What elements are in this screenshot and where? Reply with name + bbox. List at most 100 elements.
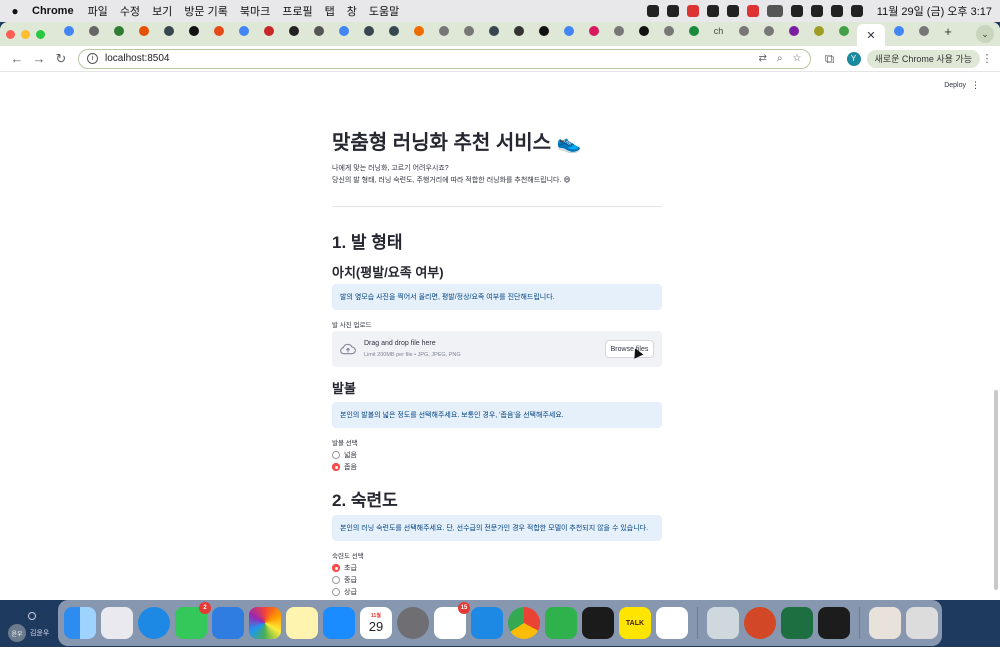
tab-site[interactable]	[82, 22, 105, 40]
terminal-icon[interactable]	[818, 607, 850, 639]
powerpoint-icon[interactable]	[744, 607, 776, 639]
menu-edit[interactable]: 수정	[120, 3, 140, 19]
active-tab-close-icon[interactable]: ✕	[857, 24, 885, 46]
tab-github[interactable]	[532, 22, 555, 40]
downloads-folder-icon[interactable]	[869, 607, 901, 639]
system-settings-icon[interactable]	[397, 607, 429, 639]
tab-site[interactable]	[507, 22, 530, 40]
bookmark-star-icon[interactable]: ☆	[793, 53, 802, 64]
radio-button[interactable]	[332, 451, 340, 459]
radio-option-wide[interactable]: 넓음	[332, 450, 357, 460]
radio-option-intermediate[interactable]: 중급	[332, 575, 357, 585]
menubar-app-name[interactable]: Chrome	[32, 5, 74, 17]
deploy-button[interactable]: Deploy	[944, 82, 966, 89]
tab-google[interactable]	[232, 22, 255, 40]
tab-site[interactable]	[832, 22, 855, 40]
tab-google[interactable]	[557, 22, 580, 40]
address-bar[interactable]: i localhost:8504 ⇄ ⌕ ☆	[78, 48, 811, 69]
app-menu-icon[interactable]: ⋮	[971, 80, 980, 91]
radio-button-selected[interactable]	[332, 463, 340, 471]
tab-site[interactable]	[582, 22, 605, 40]
finder-icon[interactable]	[64, 607, 96, 639]
radio-option-advanced[interactable]: 상급	[332, 587, 357, 597]
launchpad-icon[interactable]	[101, 607, 133, 639]
battery-icon[interactable]	[766, 5, 783, 17]
record-icon[interactable]	[646, 5, 659, 17]
menubar-clock[interactable]: 11월 29일 (금) 오후 3:17	[877, 3, 992, 19]
reminders-icon[interactable]: 15	[434, 602, 470, 639]
menu-bookmarks[interactable]: 북마크	[240, 3, 270, 19]
profile-avatar[interactable]: Y	[846, 51, 861, 66]
app-store-icon[interactable]	[323, 607, 355, 639]
tab-ch[interactable]: ch	[707, 22, 730, 40]
extensions-icon[interactable]: ⧉	[819, 48, 841, 70]
drive-icon[interactable]	[666, 5, 679, 17]
notes-icon[interactable]	[286, 607, 318, 639]
chrome-icon[interactable]	[508, 607, 540, 639]
siri-icon[interactable]	[850, 5, 863, 17]
tab-google[interactable]	[887, 22, 910, 40]
menu-tab[interactable]: 탭	[325, 3, 335, 19]
tab-google[interactable]	[332, 22, 355, 40]
mail-icon[interactable]	[212, 607, 244, 639]
cursor-app-icon[interactable]	[582, 607, 614, 639]
file-uploader-dropzone[interactable]: Drag and drop file here Limit 200MB per …	[332, 331, 662, 367]
photos-icon[interactable]	[249, 607, 281, 639]
user-avatar[interactable]: 윤우	[8, 624, 26, 642]
pdf-icon[interactable]	[746, 5, 759, 17]
tab-site[interactable]	[182, 22, 205, 40]
minimize-window-icon[interactable]	[21, 29, 30, 39]
calendar-icon[interactable]: 11월 29	[360, 607, 392, 639]
tab-site[interactable]	[257, 22, 280, 40]
tab-site[interactable]	[107, 22, 130, 40]
tab-site[interactable]	[807, 22, 830, 40]
control-center-icon[interactable]	[830, 5, 843, 17]
tab-site[interactable]	[757, 22, 780, 40]
tab-site[interactable]	[307, 22, 330, 40]
tab-site[interactable]	[382, 22, 405, 40]
tab-site[interactable]	[357, 22, 380, 40]
menu-view[interactable]: 보기	[152, 3, 172, 19]
settings-gear-icon[interactable]	[28, 612, 36, 620]
zoom-window-icon[interactable]	[36, 29, 45, 39]
menu-file[interactable]: 파일	[88, 3, 108, 19]
radio-option-narrow[interactable]: 좁음	[332, 462, 357, 472]
numbers-icon[interactable]	[545, 607, 577, 639]
tab-site[interactable]	[157, 22, 180, 40]
tab-site[interactable]	[782, 22, 805, 40]
wifi-icon[interactable]	[790, 5, 803, 17]
tab-site[interactable]	[457, 22, 480, 40]
safari-icon[interactable]	[138, 607, 170, 639]
close-window-icon[interactable]	[6, 29, 15, 39]
tab-site[interactable]	[432, 22, 455, 40]
tab-site[interactable]	[682, 22, 705, 40]
kakaotalk-icon[interactable]: TALK	[619, 607, 651, 639]
tab-google[interactable]	[57, 22, 80, 40]
menu-profiles[interactable]: 프로필	[282, 3, 312, 19]
url-text[interactable]: localhost:8504	[105, 53, 749, 64]
tab-site[interactable]	[607, 22, 630, 40]
reload-icon[interactable]: ↻	[50, 48, 72, 70]
tab-site[interactable]	[912, 22, 935, 40]
translate-icon[interactable]: ⇄	[759, 53, 767, 64]
radio-button[interactable]	[332, 588, 340, 596]
update-chrome-button[interactable]: 새로운 Chrome 사용 가능	[866, 49, 980, 68]
zoom-icon[interactable]: ⌕	[777, 53, 783, 64]
tab-site[interactable]	[207, 22, 230, 40]
chrome-menu-icon[interactable]: ⋮	[980, 52, 994, 65]
tab-site[interactable]	[657, 22, 680, 40]
radio-button[interactable]	[332, 576, 340, 584]
tab-site[interactable]	[132, 22, 155, 40]
tab-site[interactable]	[282, 22, 305, 40]
search-icon[interactable]	[810, 5, 823, 17]
menu-history[interactable]: 방문 기록	[184, 3, 228, 19]
menu-window[interactable]: 창	[347, 3, 357, 19]
tab-site[interactable]	[482, 22, 505, 40]
tab-site[interactable]	[732, 22, 755, 40]
browse-files-button[interactable]: Browse files	[605, 340, 654, 358]
split-icon[interactable]	[726, 5, 739, 17]
preview-icon[interactable]	[707, 607, 739, 639]
creative-cloud-icon[interactable]	[686, 5, 699, 17]
excel-icon[interactable]	[781, 607, 813, 639]
tab-site[interactable]	[407, 22, 430, 40]
